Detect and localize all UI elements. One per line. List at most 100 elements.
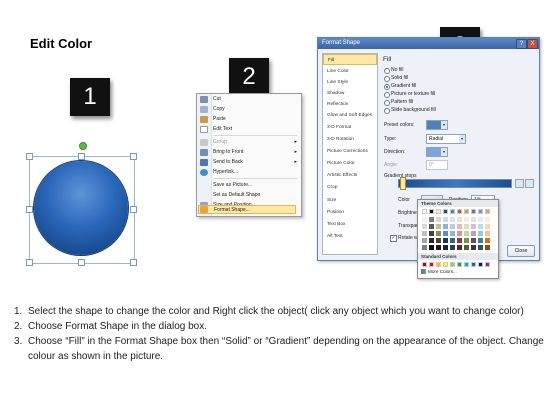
color-swatch[interactable] [485, 262, 490, 267]
nav-reflection[interactable]: Reflection [323, 99, 377, 110]
color-swatch[interactable] [478, 262, 483, 267]
color-swatch[interactable] [485, 231, 490, 236]
color-swatch[interactable] [422, 231, 427, 236]
more-colors-link[interactable]: More Colors... [428, 269, 457, 274]
color-swatch[interactable] [478, 245, 483, 250]
nav-line-color[interactable]: Line Color [323, 66, 377, 77]
resize-handle-tr[interactable] [130, 153, 137, 160]
color-swatch[interactable] [478, 209, 483, 214]
angle-input[interactable]: 0° [426, 160, 448, 170]
rotate-checkbox[interactable]: ✓ [390, 235, 397, 242]
color-swatch[interactable] [450, 217, 455, 222]
color-swatch[interactable] [478, 224, 483, 229]
color-swatch[interactable] [485, 238, 490, 243]
color-swatch[interactable] [471, 209, 476, 214]
color-swatch[interactable] [443, 224, 448, 229]
nav-size[interactable]: Size [323, 195, 377, 206]
rotation-handle[interactable] [79, 142, 87, 150]
color-swatch[interactable] [450, 231, 455, 236]
close-icon[interactable]: X [527, 39, 538, 49]
color-swatch[interactable] [429, 231, 434, 236]
color-swatch[interactable] [464, 224, 469, 229]
close-button[interactable]: Close [507, 245, 535, 257]
resize-handle-mr[interactable] [130, 206, 137, 213]
color-swatch[interactable] [457, 217, 462, 222]
context-item-save-picture[interactable]: Save as Picture... [211, 180, 299, 190]
remove-stop-button[interactable] [525, 179, 534, 188]
color-swatch[interactable] [436, 217, 441, 222]
color-swatch[interactable] [471, 262, 476, 267]
color-swatch[interactable] [429, 238, 434, 243]
nav-picture-color[interactable]: Picture Color [323, 158, 377, 169]
nav-position[interactable]: Position [323, 207, 377, 218]
color-swatch[interactable] [485, 224, 490, 229]
color-swatch[interactable] [450, 209, 455, 214]
context-item-edit-text[interactable]: Edit Text [211, 124, 299, 134]
color-swatch[interactable] [436, 231, 441, 236]
nav-picture-corrections[interactable]: Picture Corrections [323, 146, 377, 157]
color-swatch[interactable] [429, 262, 434, 267]
gradient-stop-handle[interactable] [400, 177, 406, 190]
radio-solid-fill[interactable] [384, 76, 390, 82]
context-item-group[interactable]: Group [211, 137, 299, 147]
resize-handle-ml[interactable] [26, 206, 33, 213]
resize-handle-tl[interactable] [26, 153, 33, 160]
color-swatch[interactable] [436, 245, 441, 250]
color-swatch[interactable] [422, 238, 427, 243]
color-swatch[interactable] [443, 262, 448, 267]
nav-fill[interactable]: Fill [323, 54, 377, 65]
context-item-default-shape[interactable]: Set as Default Shape [211, 190, 299, 200]
color-swatch[interactable] [443, 238, 448, 243]
gradient-stops-bar[interactable] [398, 179, 512, 188]
color-swatch[interactable] [464, 238, 469, 243]
nav-text-box[interactable]: Text Box [323, 219, 377, 230]
nav-artistic-effects[interactable]: Artistic Effects [323, 170, 377, 181]
blue-circle-shape[interactable] [34, 161, 128, 255]
color-swatch[interactable] [450, 245, 455, 250]
nav-crop[interactable]: Crop [323, 182, 377, 193]
color-swatch[interactable] [485, 217, 490, 222]
color-swatch[interactable] [436, 209, 441, 214]
resize-handle-bl[interactable] [26, 259, 33, 266]
resize-handle-tm[interactable] [78, 153, 85, 160]
color-swatch[interactable] [471, 224, 476, 229]
color-swatch[interactable] [464, 245, 469, 250]
color-swatch[interactable] [457, 224, 462, 229]
resize-handle-br[interactable] [130, 259, 137, 266]
color-swatch[interactable] [422, 209, 427, 214]
color-swatch[interactable] [450, 238, 455, 243]
context-item-copy[interactable]: Copy [211, 104, 299, 114]
color-swatch[interactable] [422, 262, 427, 267]
color-swatch[interactable] [429, 209, 434, 214]
nav-3d-rotation[interactable]: 3-D Rotation [323, 134, 377, 145]
color-swatch[interactable] [422, 224, 427, 229]
color-swatch[interactable] [429, 217, 434, 222]
color-swatch[interactable] [429, 224, 434, 229]
color-swatch[interactable] [436, 262, 441, 267]
color-swatch[interactable] [464, 217, 469, 222]
color-swatch[interactable] [478, 231, 483, 236]
color-swatch[interactable] [443, 217, 448, 222]
help-button[interactable]: ? [516, 39, 527, 49]
type-dropdown[interactable]: Radial ▾ [426, 134, 466, 144]
color-swatch[interactable] [429, 245, 434, 250]
radio-pattern-fill[interactable] [384, 100, 390, 106]
color-swatch[interactable] [485, 245, 490, 250]
context-item-hyperlink[interactable]: Hyperlink... [211, 167, 299, 177]
color-swatch[interactable] [450, 262, 455, 267]
context-item-cut[interactable]: Cut [211, 94, 299, 104]
nav-shadow[interactable]: Shadow [323, 88, 377, 99]
context-item-paste[interactable]: Paste [211, 114, 299, 124]
color-swatch[interactable] [471, 217, 476, 222]
nav-3d-format[interactable]: 3-D Format [323, 122, 377, 133]
preset-colors-dropdown[interactable]: ▾ [426, 120, 448, 130]
context-item-bring-front[interactable]: Bring to Front [211, 147, 299, 157]
color-swatch[interactable] [457, 245, 462, 250]
radio-slide-bg-fill[interactable] [384, 108, 390, 114]
color-swatch[interactable] [485, 209, 490, 214]
color-swatch[interactable] [457, 231, 462, 236]
add-stop-button[interactable] [515, 179, 524, 188]
nav-alt-text[interactable]: Alt Text [323, 231, 377, 242]
context-item-send-back[interactable]: Send to Back [211, 157, 299, 167]
color-swatch[interactable] [436, 224, 441, 229]
